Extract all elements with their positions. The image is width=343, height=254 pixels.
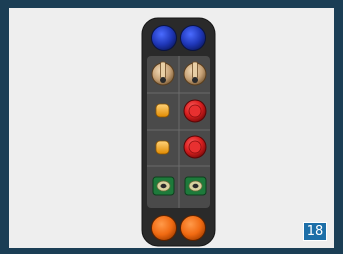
page-number-badge: 18 [303,222,327,241]
page-frame: 18 [9,8,334,248]
amber-knob-2 [155,140,170,155]
amber-knob-1 [155,103,170,118]
blue-cap-right [180,25,206,51]
red-knob-1 [183,99,207,123]
blue-cap-left [151,25,177,51]
green-switch-left [152,176,175,196]
green-switch-right [184,176,207,196]
orange-cap-left [151,215,177,241]
red-knob-2 [183,135,207,159]
selector-console-illustration [141,17,216,247]
orange-cap-right [180,215,206,241]
